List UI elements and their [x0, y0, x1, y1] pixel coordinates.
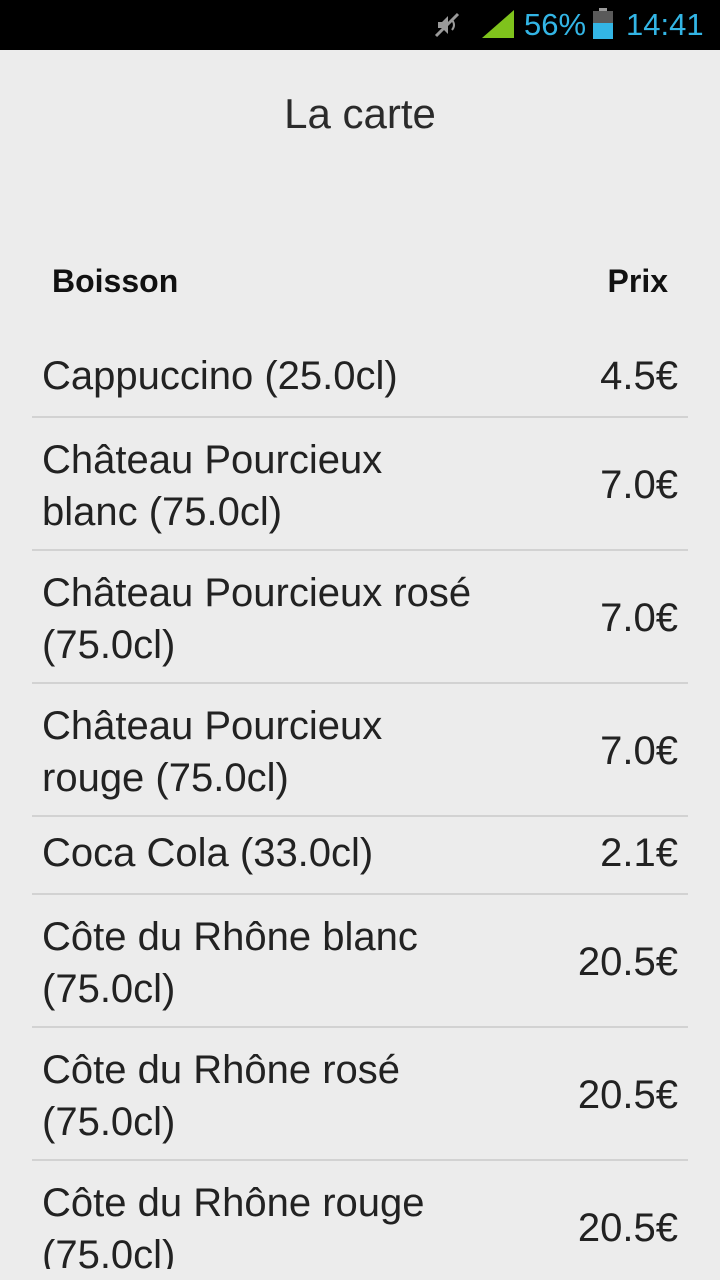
menu-page: La carte Boisson Prix Cappuccino (25.0cl…: [0, 50, 720, 1280]
drink-price: 20.5€: [577, 1206, 678, 1250]
drinks-list[interactable]: Cappuccino (25.0cl) 4.5€ Château Pourcie…: [32, 340, 688, 1280]
mute-icon: [434, 12, 460, 38]
table-header: Boisson Prix: [0, 258, 720, 304]
drink-price: 20.5€: [577, 1073, 678, 1117]
drink-name: Côte du Rhône rouge (75.0cl): [42, 1181, 425, 1269]
list-item[interactable]: Coca Cola (33.0cl) 2.1€: [32, 817, 688, 895]
drink-price: 4.5€: [600, 354, 678, 398]
drink-name: Château Pourcieux rosé (75.0cl): [42, 571, 472, 667]
list-item[interactable]: Château Pourcieux rosé (75.0cl) 7.0€: [32, 551, 688, 684]
page-title: La carte: [284, 90, 436, 137]
drink-price: 7.0€: [600, 729, 678, 773]
status-bar: 56% 14:41: [0, 0, 720, 50]
drink-price: 20.5€: [577, 940, 678, 984]
column-header-price: Prix: [607, 263, 668, 299]
list-item[interactable]: Château Pourcieux blanc (75.0cl) 7.0€: [32, 418, 688, 551]
list-item[interactable]: Château Pourcieux rouge (75.0cl) 7.0€: [32, 684, 688, 817]
drink-name: Côte du Rhône blanc (75.0cl): [42, 915, 418, 1011]
clock: 14:41: [626, 7, 704, 42]
drink-name: Château Pourcieux blanc (75.0cl): [42, 438, 383, 534]
battery-percent: 56%: [524, 7, 587, 42]
column-header-drink: Boisson: [52, 263, 179, 299]
drink-name: Coca Cola (33.0cl): [42, 831, 374, 875]
drink-price: 2.1€: [600, 831, 678, 875]
list-item[interactable]: Côte du Rhône rouge (75.0cl) 20.5€: [32, 1161, 688, 1280]
drink-name: Château Pourcieux rouge (75.0cl): [42, 704, 383, 800]
list-item[interactable]: Côte du Rhône blanc (75.0cl) 20.5€: [32, 895, 688, 1028]
drink-name: Cappuccino (25.0cl): [42, 354, 398, 398]
drink-price: 7.0€: [600, 463, 678, 507]
battery-icon: [593, 8, 613, 39]
drink-name: Côte du Rhône rosé (75.0cl): [42, 1048, 401, 1144]
list-item[interactable]: Cappuccino (25.0cl) 4.5€: [32, 340, 688, 418]
drink-price: 7.0€: [600, 596, 678, 640]
list-item[interactable]: Côte du Rhône rosé (75.0cl) 20.5€: [32, 1028, 688, 1161]
signal-icon: [482, 10, 514, 38]
